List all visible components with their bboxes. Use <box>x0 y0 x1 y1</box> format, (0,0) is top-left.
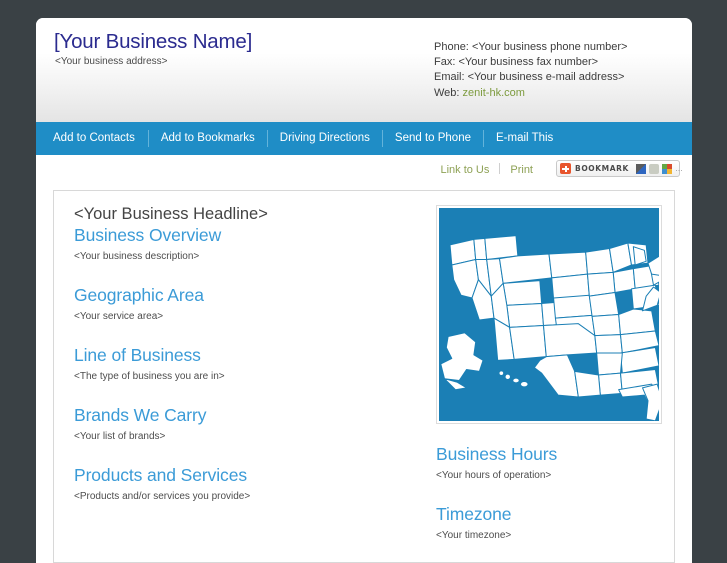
utility-row: Link to UsPrint BOOKMARK … <box>36 155 692 185</box>
contact-phone-value: <Your business phone number> <box>472 41 628 53</box>
link-to-us-link[interactable]: Link to Us <box>430 164 499 176</box>
share-network-icon[interactable] <box>649 164 659 174</box>
page-header: [Your Business Name] <Your business addr… <box>36 18 692 122</box>
content-card: <Your Business Headline> Business Overvi… <box>53 190 675 563</box>
page-headline: <Your Business Headline> <box>74 205 419 224</box>
contact-web-link[interactable]: zenit-hk.com <box>463 87 525 99</box>
section-body-business-overview: <Your business description> <box>74 251 419 262</box>
nav-item-add-to-contacts[interactable]: Add to Contacts <box>53 130 148 147</box>
section-title-business-overview: Business Overview <box>74 225 419 246</box>
united-states-map <box>439 208 659 421</box>
section-title-business-hours: Business Hours <box>436 444 664 465</box>
section-title-timezone: Timezone <box>436 504 664 525</box>
business-name: [Your Business Name] <box>54 30 252 54</box>
contact-email-line: Email: <Your business e-mail address> <box>434 70 627 85</box>
section-body-geographic-area: <Your service area> <box>74 311 419 322</box>
contact-details: Phone: <Your business phone number> Fax:… <box>434 40 627 101</box>
contact-web-label: Web: <box>434 87 459 99</box>
business-profile-page: [Your Business Name] <Your business addr… <box>36 18 692 563</box>
share-google-icon[interactable] <box>662 164 672 174</box>
section-body-timezone: <Your timezone> <box>436 530 664 541</box>
section-body-business-hours: <Your hours of operation> <box>436 470 664 481</box>
main-content-column: <Your Business Headline> Business Overvi… <box>54 205 419 541</box>
map-frame <box>436 205 662 424</box>
section-title-products-and-services: Products and Services <box>74 465 419 486</box>
plus-icon <box>560 163 571 174</box>
contact-web-line: Web: zenit-hk.com <box>434 86 627 101</box>
nav-item-email-this[interactable]: E-mail This <box>483 130 565 147</box>
section-title-geographic-area: Geographic Area <box>74 285 419 306</box>
share-service-icons <box>636 164 672 174</box>
sidebar-column: Business Hours <Your hours of operation>… <box>419 205 664 541</box>
contact-email-value: <Your business e-mail address> <box>468 71 625 83</box>
main-nav: Add to Contacts Add to Bookmarks Driving… <box>36 122 692 155</box>
contact-phone-label: Phone: <box>434 41 469 53</box>
section-title-brands-we-carry: Brands We Carry <box>74 405 419 426</box>
section-body-products-and-services: <Products and/or services you provide> <box>74 491 419 502</box>
contact-phone-line: Phone: <Your business phone number> <box>434 40 627 55</box>
business-address: <Your business address> <box>55 56 168 67</box>
nav-item-driving-directions[interactable]: Driving Directions <box>267 130 382 147</box>
contact-fax-line: Fax: <Your business fax number> <box>434 55 627 70</box>
section-body-line-of-business: <The type of business you are in> <box>74 371 419 382</box>
nav-item-send-to-phone[interactable]: Send to Phone <box>382 130 483 147</box>
contact-fax-value: <Your business fax number> <box>458 56 598 68</box>
bookmark-share-button[interactable]: BOOKMARK … <box>556 160 680 177</box>
utility-links: Link to UsPrint <box>430 163 543 176</box>
contact-email-label: Email: <box>434 71 465 83</box>
print-link[interactable]: Print <box>500 164 543 176</box>
section-body-brands-we-carry: <Your list of brands> <box>74 431 419 442</box>
share-windows-icon[interactable] <box>636 164 646 174</box>
more-options-icon[interactable]: … <box>675 164 683 173</box>
nav-item-add-to-bookmarks[interactable]: Add to Bookmarks <box>148 130 267 147</box>
contact-fax-label: Fax: <box>434 56 455 68</box>
section-title-line-of-business: Line of Business <box>74 345 419 366</box>
bookmark-label: BOOKMARK <box>575 164 629 173</box>
